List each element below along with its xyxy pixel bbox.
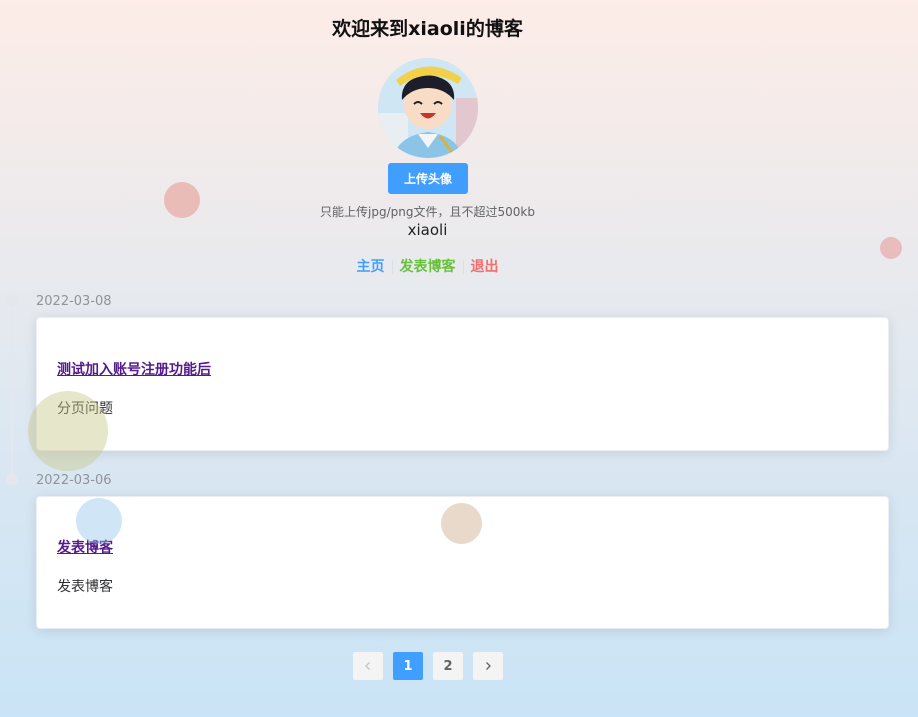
next-page-button[interactable] [473,652,503,680]
page-title: 欢迎来到xiaoli的博客 [332,18,523,40]
post-date: 2022-03-06 [36,473,112,488]
page-1-button[interactable]: 1 [393,652,423,680]
timeline-line [11,300,13,480]
pagination: 1 2 [353,652,503,680]
post-summary: 分页问题 [57,401,113,417]
post-date: 2022-03-08 [36,294,112,309]
avatar [378,58,478,158]
timeline-dot [6,295,18,307]
nav-home-link[interactable]: 主页 [350,259,392,275]
upload-avatar-button[interactable]: 上传头像 [388,163,468,194]
username: xiaoli [407,221,448,239]
decorative-bubble [880,237,902,259]
post-title-link[interactable]: 测试加入账号注册功能后 [57,359,211,379]
post-card: 测试加入账号注册功能后 分页问题 [36,317,889,451]
chevron-left-icon [365,662,370,670]
nav-logout-link[interactable]: 退出 [464,259,506,275]
timeline-dot [6,473,18,485]
upload-tip: 只能上传jpg/png文件，且不超过500kb [320,205,535,219]
post-card: 发表博客 发表博客 [36,496,889,629]
nav-post-blog-link[interactable]: 发表博客 [393,259,463,275]
page-2-button[interactable]: 2 [433,652,463,680]
post-title-link[interactable]: 发表博客 [57,537,113,557]
chevron-right-icon [486,662,491,670]
post-summary: 发表博客 [57,579,113,595]
avatar-image [378,58,478,158]
main-nav: 主页 发表博客 退出 [0,256,855,276]
prev-page-button[interactable] [353,652,383,680]
